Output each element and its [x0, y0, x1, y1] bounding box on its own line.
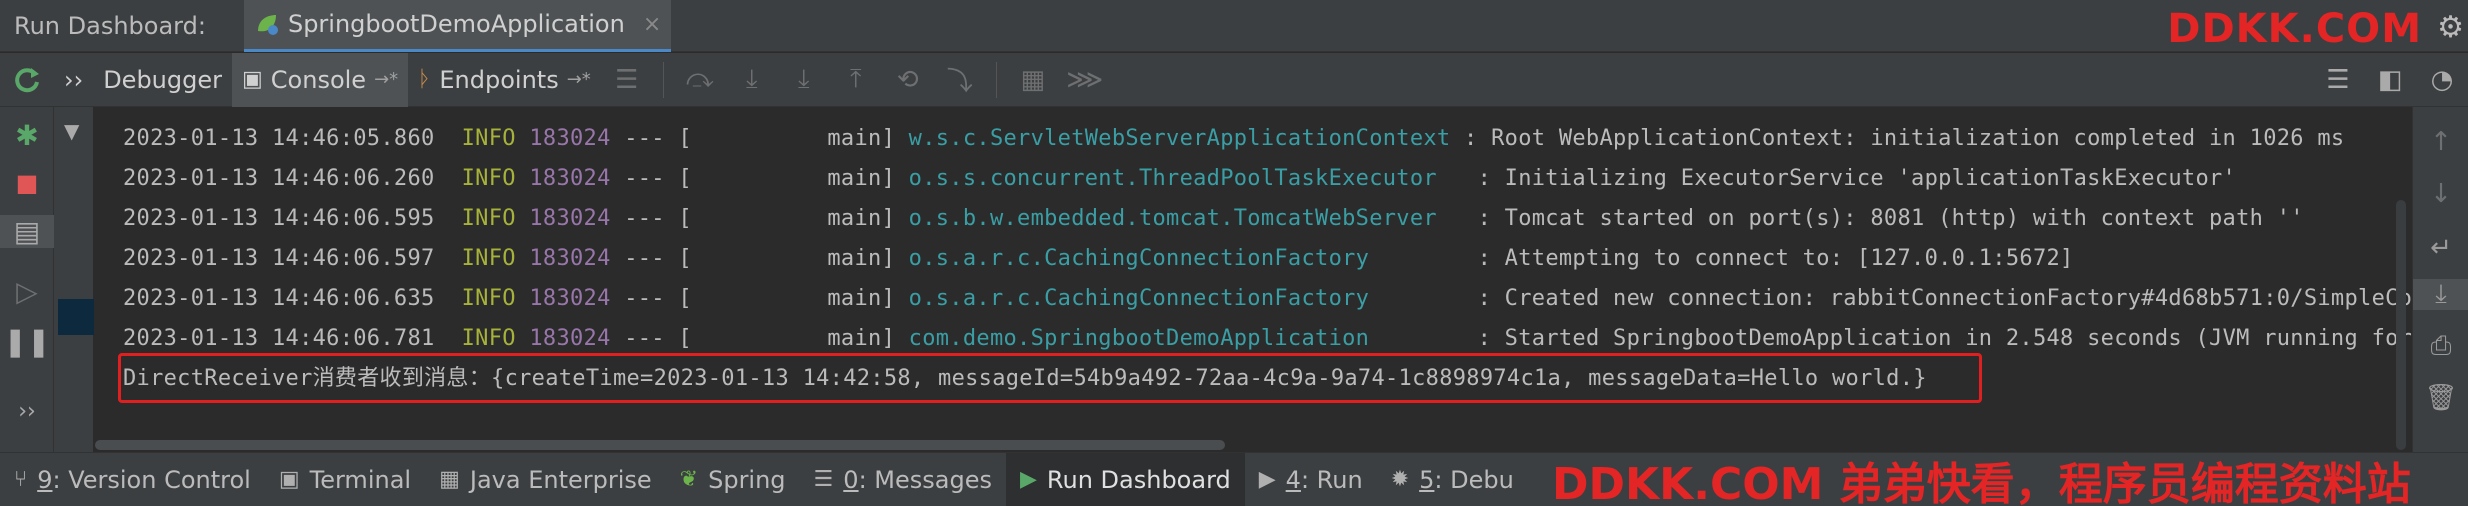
- tab-springboot-demo-application[interactable]: SpringbootDemoApplication ×: [243, 0, 672, 52]
- bug-icon: ✹: [1390, 467, 1410, 492]
- right-action-strip: ↑ ↓ ↵ ⤓ ⎙ 🗑: [2412, 107, 2468, 452]
- run-to-cursor-icon[interactable]: ⤵: [934, 61, 986, 98]
- gear-icon[interactable]: ⚙: [2437, 10, 2464, 45]
- show-execution-point-icon[interactable]: ☰: [601, 65, 653, 95]
- debugger-label: Debugger: [103, 65, 222, 94]
- run-dashboard-label: Run Dashboard:: [14, 11, 206, 40]
- debug-run-icon[interactable]: ✱: [0, 119, 54, 152]
- tool-spring[interactable]: ❦ Spring: [666, 453, 800, 506]
- tool-terminal[interactable]: ▣ Terminal: [265, 453, 425, 506]
- tab-endpoints[interactable]: ᚦ Endpoints →*: [408, 53, 601, 107]
- run-dashboard-icon: ▶: [1019, 467, 1037, 492]
- services-tree-strip: ▼: [54, 107, 94, 452]
- console-icon: ▣: [242, 67, 263, 92]
- force-step-into-icon[interactable]: ⤓: [778, 64, 830, 95]
- pause-icon[interactable]: ❚❚: [0, 325, 54, 358]
- close-icon[interactable]: ×: [643, 12, 661, 37]
- stop-icon[interactable]: ■: [0, 169, 54, 197]
- run-icon: ▶: [1258, 467, 1276, 492]
- layout-icon[interactable]: ☰: [2312, 65, 2364, 95]
- tab-label: SpringbootDemoApplication: [287, 10, 625, 38]
- resume-icon[interactable]: ▷: [0, 275, 54, 308]
- vertical-scrollbar[interactable]: [2396, 200, 2406, 450]
- scroll-to-end-icon[interactable]: ⤓: [2413, 279, 2468, 310]
- highlight-box: [118, 353, 1982, 403]
- arrow-up-icon[interactable]: ↑: [2413, 127, 2468, 157]
- step-over-icon[interactable]: ⤼: [674, 64, 726, 95]
- toolbar-divider: [995, 61, 997, 98]
- more-icon[interactable]: ››: [0, 399, 54, 424]
- tool-messages[interactable]: ☰ 0: Messages: [800, 453, 1006, 506]
- endpoints-label: Endpoints: [439, 65, 559, 94]
- trace-icon[interactable]: ⋙: [1059, 65, 1111, 95]
- console-label: Console: [270, 65, 367, 94]
- soft-wrap-icon[interactable]: ↵: [2413, 233, 2468, 263]
- title-bar: Run Dashboard: SpringbootDemoApplication…: [0, 0, 2468, 52]
- java-enterprise-icon: ▦: [439, 467, 460, 492]
- tool-version-control[interactable]: ⑂ 9: Version Control: [0, 453, 265, 506]
- drop-frame-icon[interactable]: ⟲: [882, 65, 934, 95]
- restore-layout-icon[interactable]: ◧: [2364, 65, 2416, 95]
- spring-icon: ❦: [679, 467, 699, 492]
- log-line: 2023-01-13 14:46:06.597 INFO 183024 --- …: [123, 246, 2074, 271]
- watermark-brand: DDKK.COM: [2167, 6, 2422, 52]
- horizontal-scrollbar[interactable]: [95, 440, 1225, 450]
- log-line: 2023-01-13 14:46:06.595 INFO 183024 --- …: [123, 206, 2304, 231]
- rerun-icon: [15, 67, 39, 92]
- debug-toolbar: ›› Debugger ▣ Console →* ᚦ Endpoints →* …: [0, 52, 2468, 107]
- services-icon[interactable]: ▤: [0, 215, 54, 248]
- tab-console[interactable]: ▣ Console →*: [232, 52, 409, 107]
- evaluate-expression-icon[interactable]: ▦: [1007, 65, 1059, 95]
- step-out-icon[interactable]: ⤒: [830, 64, 882, 95]
- rerun-button[interactable]: [0, 53, 54, 107]
- tool-run[interactable]: ▶ 4: Run: [1245, 453, 1377, 506]
- spring-boot-icon: [257, 15, 278, 35]
- version-control-icon: ⑂: [14, 467, 28, 492]
- tool-debug[interactable]: ✹ 5: Debu: [1377, 453, 1528, 506]
- endpoints-icon: ᚦ: [418, 67, 432, 92]
- pin-icon[interactable]: →*: [567, 69, 591, 90]
- selected-tree-node[interactable]: [58, 299, 94, 335]
- terminal-icon: ▣: [278, 467, 300, 492]
- chevron-down-icon[interactable]: ▼: [64, 119, 79, 143]
- tab-debugger[interactable]: Debugger: [93, 53, 232, 107]
- print-icon[interactable]: ⎙: [2413, 331, 2468, 362]
- tool-run-dashboard[interactable]: ▶ Run Dashboard: [1005, 452, 1245, 506]
- arrow-down-icon[interactable]: ↓: [2413, 179, 2468, 209]
- log-line: 2023-01-13 14:46:06.260 INFO 183024 --- …: [123, 166, 2237, 191]
- watermark-footer: DDKK.COM 弟弟快看，程序员编程资料站: [1552, 459, 2411, 506]
- gauge-icon[interactable]: ◔: [2416, 65, 2468, 95]
- left-action-strip: ✱ ■ ▤ ▷ ❚❚ ››: [0, 107, 54, 452]
- tool-java-enterprise[interactable]: ▦ Java Enterprise: [425, 453, 666, 506]
- toolbar-divider: [662, 61, 664, 98]
- trash-icon[interactable]: 🗑: [2413, 383, 2468, 413]
- expand-toolbar-button[interactable]: ››: [54, 53, 93, 107]
- log-line: 2023-01-13 14:46:06.635 INFO 183024 --- …: [123, 286, 2412, 311]
- step-into-icon[interactable]: ⤓: [726, 64, 778, 95]
- pin-icon[interactable]: →*: [374, 69, 398, 90]
- messages-icon: ☰: [813, 467, 834, 492]
- log-line: 2023-01-13 14:46:05.860 INFO 183024 --- …: [123, 126, 2345, 151]
